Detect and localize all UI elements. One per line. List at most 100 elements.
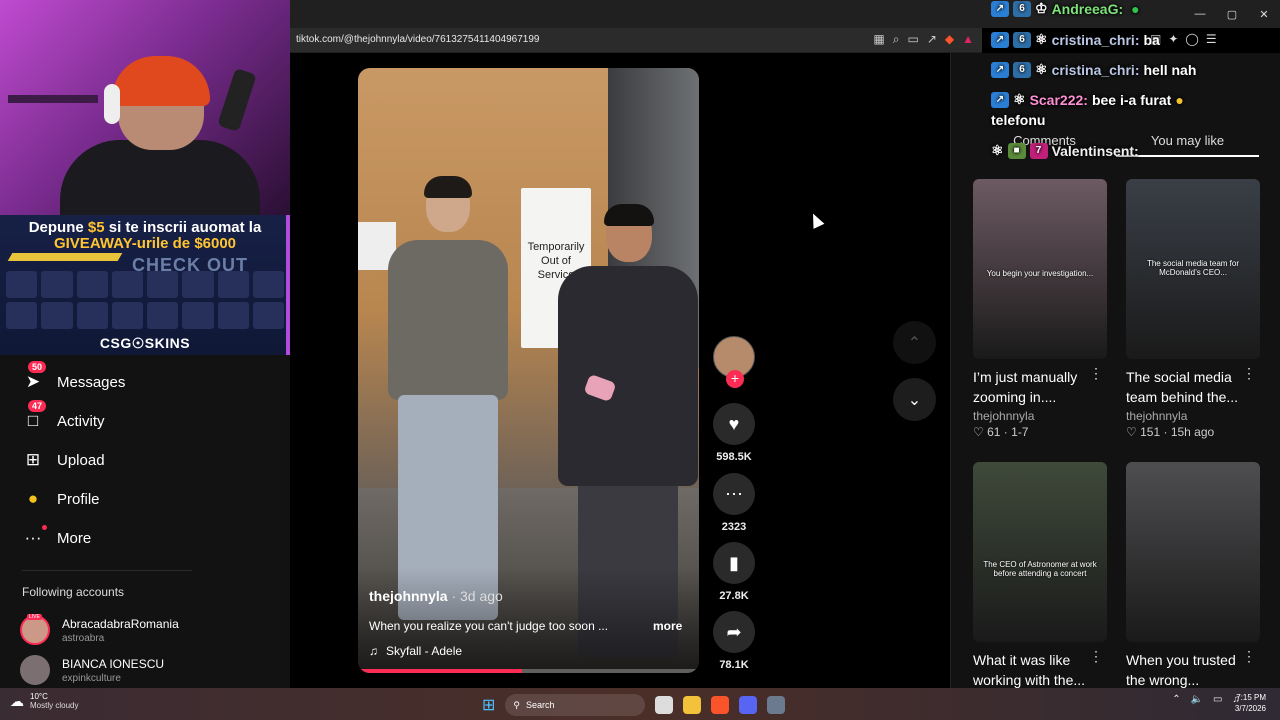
heart-icon[interactable]: ♥ xyxy=(713,403,755,445)
comment-action[interactable]: ⋯ 2323 xyxy=(713,473,755,533)
recommended-card[interactable]: ⋮ When you trusted the wrong... xyxy=(1126,462,1260,690)
microphone-icon xyxy=(217,68,257,132)
account-handle: astroabra xyxy=(62,632,105,644)
chat-message: ⚛ ■ 7 Valentinsent: xyxy=(991,142,1139,159)
save-action[interactable]: ▮ 27.8K xyxy=(713,542,755,602)
sponsor-banner: Depune $5 si te inscrii auomat la GIVEAW… xyxy=(0,215,290,355)
comment-icon[interactable]: ⋯ xyxy=(713,473,755,515)
speaker-icon[interactable]: 🔈 xyxy=(1191,694,1203,705)
share-icon[interactable]: ↗ xyxy=(927,32,937,47)
video-author[interactable]: thejohnnyla · 3d ago xyxy=(369,588,503,604)
card-user[interactable]: thejohnnyla xyxy=(973,409,1107,423)
author-name[interactable]: thejohnnyla xyxy=(369,588,448,604)
robot-icon: ⚛ xyxy=(1013,91,1026,107)
card-title[interactable]: I’m just manually zooming in.... xyxy=(973,367,1089,407)
bookmark-icon[interactable]: ▮ xyxy=(713,542,755,584)
like-action[interactable]: ♥ 598.5K xyxy=(713,403,755,463)
network-icon[interactable]: ▭ xyxy=(1213,694,1222,705)
more-options-icon[interactable]: ⋮ xyxy=(1242,365,1256,382)
follow-plus-icon[interactable]: + xyxy=(726,370,744,388)
caption-more-button[interactable]: more xyxy=(653,619,682,633)
sidebar-item-label: More xyxy=(57,529,92,547)
brave-browser-icon[interactable] xyxy=(711,696,730,714)
chat-text: telefonu xyxy=(991,112,1046,128)
next-video-button[interactable]: ⌄ xyxy=(893,378,936,421)
share-count: 78.1K xyxy=(719,659,749,671)
windows-start-icon[interactable]: ⊞ xyxy=(482,695,495,715)
avatar[interactable] xyxy=(20,655,50,685)
share-arrow-icon[interactable]: ➦ xyxy=(713,611,755,653)
zoom-icon[interactable]: ⌕ xyxy=(893,32,900,47)
music-title[interactable]: Skyfall - Adele xyxy=(386,644,462,658)
emote-icon: ● xyxy=(1131,0,1140,17)
sidebar-item-label: Upload xyxy=(57,451,105,469)
sidebar-item-messages[interactable]: ➤ 50 Messages xyxy=(22,361,126,394)
recommended-card[interactable]: The social media team for McDonald’s CEO… xyxy=(1126,179,1260,439)
card-title[interactable]: When you trusted the wrong... xyxy=(1126,650,1242,690)
recommended-card[interactable]: You begin your investigation... ⋮ I’m ju… xyxy=(973,179,1107,439)
chat-message-continued: telefonu xyxy=(991,112,1045,128)
save-count: 27.8K xyxy=(719,590,749,602)
following-account[interactable]: BIANCA IONESCU expinkculture xyxy=(20,655,164,685)
account-name[interactable]: AbracadabraRomania xyxy=(62,617,179,631)
recommended-card[interactable]: The CEO of Astronomer at work before att… xyxy=(973,462,1107,690)
sidebar-item-label: Messages xyxy=(57,373,126,391)
brave-shield-icon[interactable]: ◆ xyxy=(945,32,954,47)
card-thumbnail[interactable]: The CEO of Astronomer at work before att… xyxy=(973,462,1107,642)
following-account[interactable]: LIVE AbracadabraRomania astroabra xyxy=(20,614,179,645)
rank-badge-icon: ↗ xyxy=(991,0,1009,17)
chat-user: cristina_chri: xyxy=(1051,31,1140,48)
heart-outline-icon: ♡ xyxy=(1126,425,1137,439)
file-explorer-icon[interactable] xyxy=(683,696,702,714)
card-date: 1-7 xyxy=(1011,425,1029,439)
account-name[interactable]: BIANCA IONESCU xyxy=(62,657,164,671)
sidebar-item-upload[interactable]: ⊞ Upload xyxy=(22,448,105,472)
avatar[interactable]: LIVE xyxy=(20,614,50,645)
more-options-icon[interactable]: ⋮ xyxy=(1242,648,1256,665)
weather-widget[interactable]: ☁ 10°C Mostly cloudy xyxy=(10,692,78,710)
person-left xyxy=(388,176,508,620)
card-title[interactable]: What it was like working with the... xyxy=(973,650,1089,690)
chat-user: cristina_chri: xyxy=(1051,61,1140,78)
more-options-icon[interactable]: ⋮ xyxy=(1089,365,1103,382)
crown-icon: ♔ xyxy=(1035,0,1048,16)
sidebar-item-more[interactable]: ··· More xyxy=(22,525,92,550)
video-progress-bar[interactable] xyxy=(358,669,699,673)
card-thumbnail[interactable]: The social media team for McDonald’s CEO… xyxy=(1126,179,1260,359)
cast-icon[interactable]: ▭ xyxy=(907,32,918,47)
thumbnail-overlay-text: The social media team for McDonald’s CEO… xyxy=(1146,259,1240,277)
reader-icon[interactable]: ▦ xyxy=(873,32,884,47)
chat-text: bee i-a furat xyxy=(1091,91,1172,108)
weather-temp: 10°C xyxy=(30,692,48,701)
video-player[interactable]: Temporarily Out of Service thejohnnyla ·… xyxy=(358,68,699,673)
system-tray: ⌃ 🔈 ▭ ♫ xyxy=(1172,694,1240,705)
music-info[interactable]: ♫ Skyfall - Adele xyxy=(369,644,462,658)
inbox-icon: □ 47 xyxy=(22,400,47,432)
share-action[interactable]: ➦ 78.1K xyxy=(713,611,755,671)
previous-video-button[interactable]: ⌃ xyxy=(893,321,936,364)
sidebar-item-activity[interactable]: □ 47 Activity xyxy=(22,400,105,433)
task-view-icon[interactable] xyxy=(655,696,674,714)
messages-badge: 50 xyxy=(28,361,47,373)
rewards-icon[interactable]: ▲ xyxy=(962,32,974,47)
sidebar-item-profile[interactable]: ● Profile xyxy=(22,487,100,511)
robot-icon: ⚛ xyxy=(1035,31,1048,47)
chat-message: ↗ 6 ⚛ cristina_chri: hell nah xyxy=(991,61,1196,78)
chevron-up-icon[interactable]: ⌃ xyxy=(1172,694,1180,705)
calculator-icon[interactable] xyxy=(767,696,786,714)
like-count: 598.5K xyxy=(716,451,752,463)
taskbar-clock[interactable]: 7:15 PM 3/7/2026 xyxy=(1235,692,1266,714)
chat-user: Scar222: xyxy=(1029,91,1088,108)
address-bar[interactable]: tiktok.com/@thejohnnyla/video/7613275411… xyxy=(290,28,982,53)
taskbar-search[interactable]: ⚲ Search xyxy=(505,694,646,716)
chat-message: ↗ 6 ♔ AndreeaG: ● xyxy=(991,0,1140,17)
clock-date: 3/7/2026 xyxy=(1234,704,1266,713)
discord-icon[interactable] xyxy=(739,696,758,714)
card-title[interactable]: The social media team behind the... xyxy=(1126,367,1242,407)
card-user[interactable]: thejohnnyla xyxy=(1126,409,1260,423)
card-thumbnail[interactable]: You begin your investigation... xyxy=(973,179,1107,359)
card-thumbnail[interactable] xyxy=(1126,462,1260,642)
more-options-icon[interactable]: ⋮ xyxy=(1089,648,1103,665)
windows-taskbar: ☁ 10°C Mostly cloudy ⊞ ⚲ Search ⌃ 🔈 ▭ ♫ 7:… xyxy=(0,688,1280,720)
url-text[interactable]: tiktok.com/@thejohnnyla/video/7613275411… xyxy=(296,34,539,45)
